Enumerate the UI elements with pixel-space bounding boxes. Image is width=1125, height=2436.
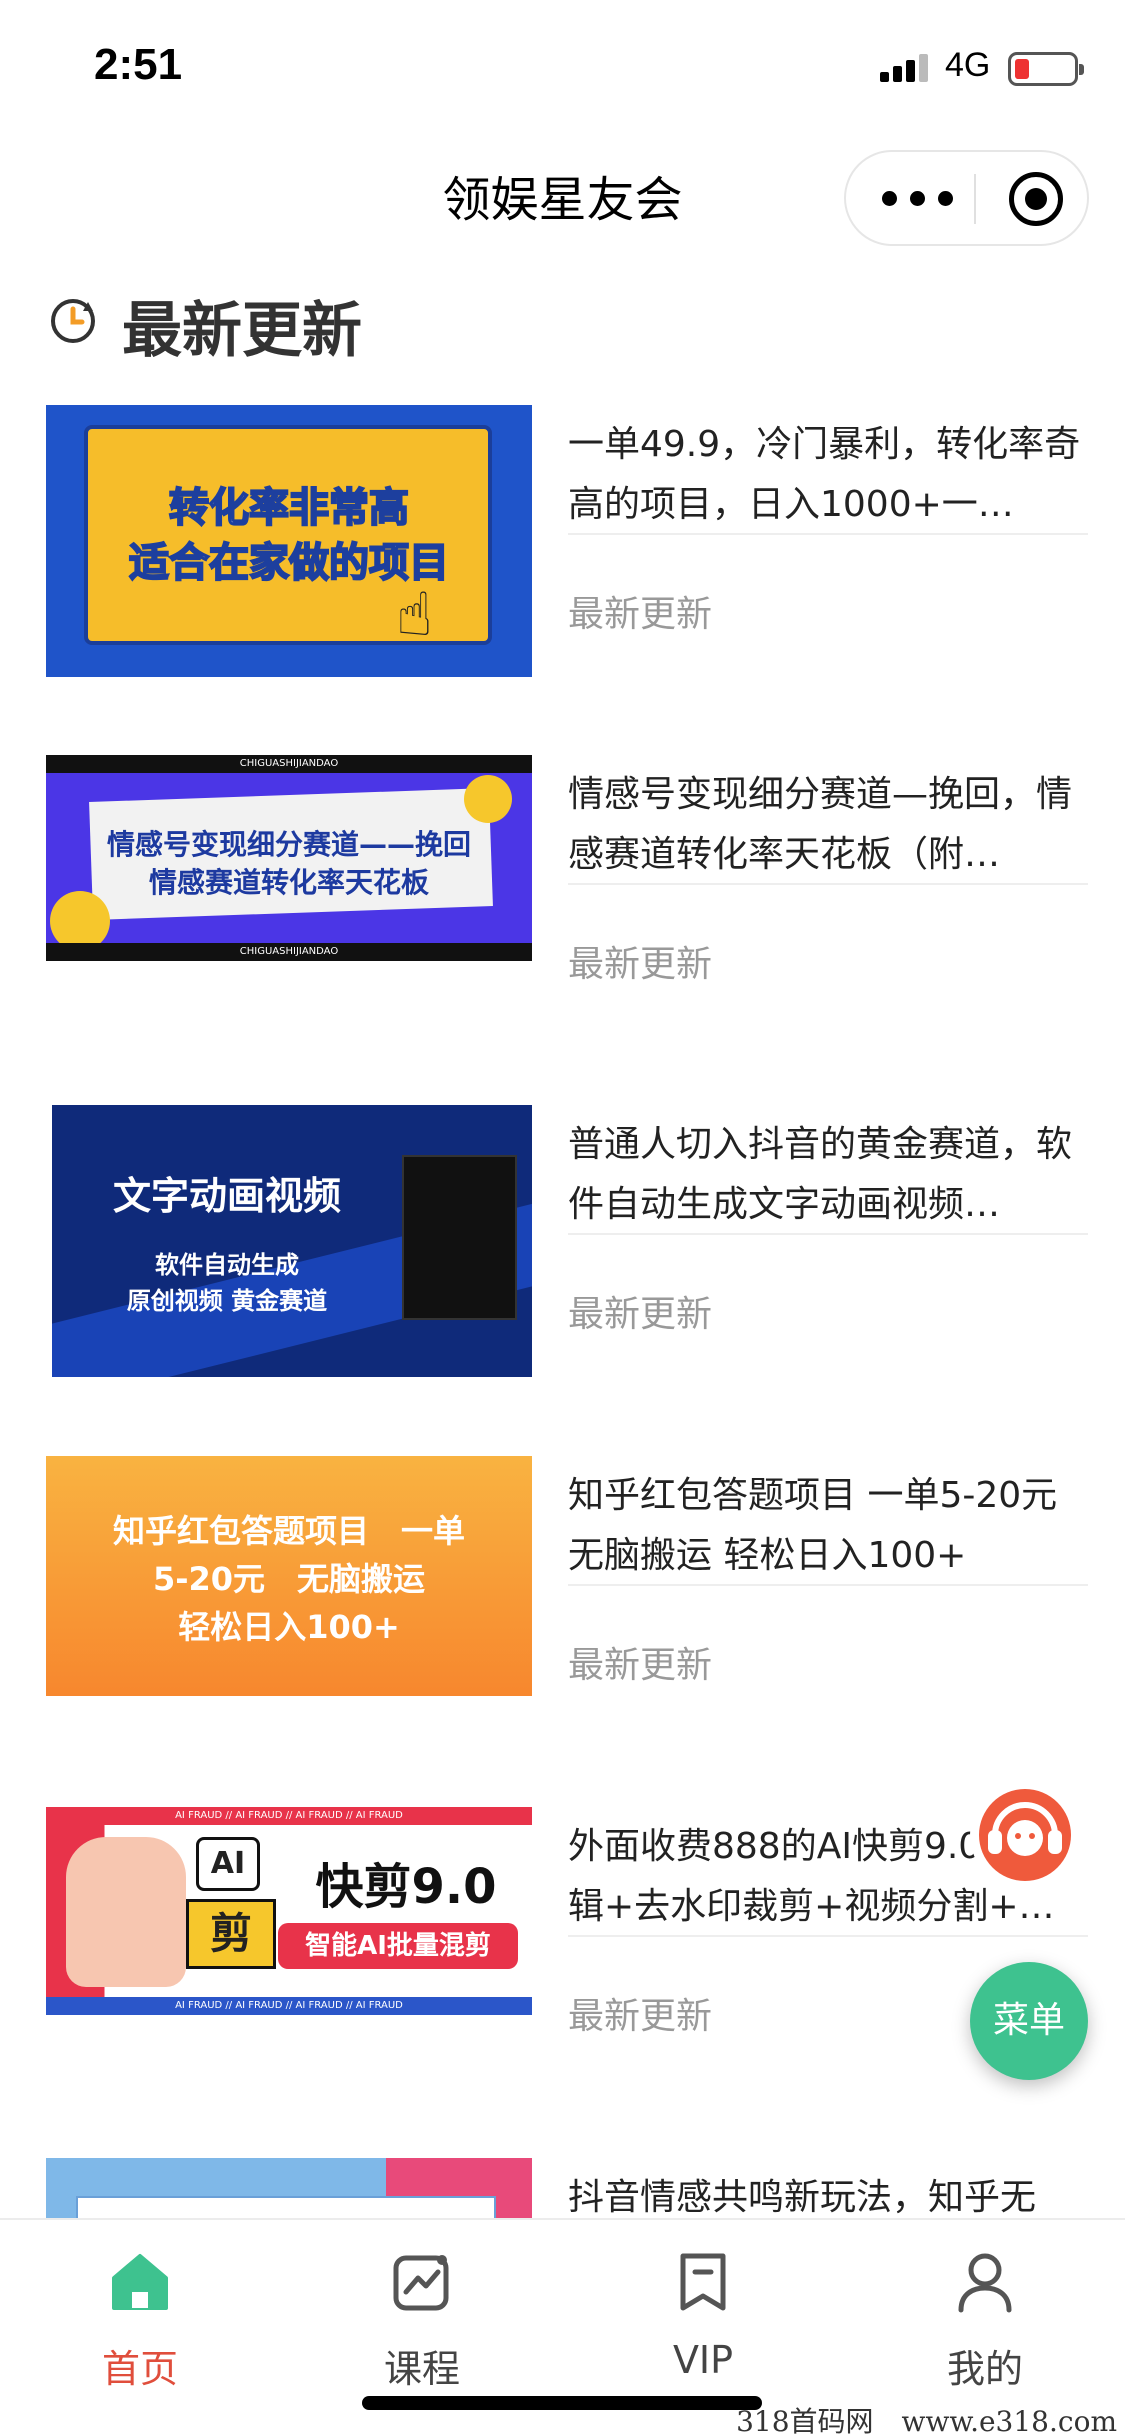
list-item[interactable]: AI FRAUD // AI FRAUD // AI FRAUD // AI F… xyxy=(0,1807,1125,2107)
thumbnail-text: 软件自动生成 xyxy=(155,1251,299,1279)
signal-icon xyxy=(880,52,930,82)
thumbnail-strip: CHIGUASHIJIANDAO xyxy=(46,943,532,961)
more-options-button[interactable] xyxy=(882,186,962,212)
thumbnail-text: 智能AI批量混剪 xyxy=(278,1923,518,1969)
item-tag: 最新更新 xyxy=(568,944,713,985)
network-type: 4G xyxy=(945,46,991,84)
customer-service-icon[interactable] xyxy=(970,1780,1080,1890)
thumbnail-text: 5-20元 无脑搬运 xyxy=(152,1560,426,1598)
item-tag: 最新更新 xyxy=(568,1645,713,1686)
tab-label: 课程 xyxy=(383,2347,460,2391)
close-mini-program-button[interactable] xyxy=(1009,172,1063,226)
section-title: 最新更新 xyxy=(122,296,362,366)
thumbnail-strip: AI FRAUD // AI FRAUD // AI FRAUD // AI F… xyxy=(46,1807,532,1825)
thumbnail-strip: AI FRAUD // AI FRAUD // AI FRAUD // AI F… xyxy=(46,1997,532,2015)
list-item[interactable]: 文字动画视频 软件自动生成 原创视频 黄金赛道 普通人切入抖音的黄金赛道，软件自… xyxy=(0,1105,1125,1405)
thumbnail-text: 情感赛道转化率天花板 xyxy=(148,866,429,899)
battery-icon xyxy=(1008,52,1084,86)
watermark: 318首码网 www.e318.com xyxy=(736,2405,1117,2436)
emoji-icon xyxy=(50,891,110,951)
item-tag: 最新更新 xyxy=(568,594,713,635)
home-indicator xyxy=(362,2396,762,2410)
list-item[interactable]: 抖音情感共鸣新玩法，知乎无 xyxy=(0,2158,1125,2218)
hand-illustration xyxy=(66,1837,186,1987)
ai-badge: AI xyxy=(196,1837,260,1891)
chart-icon xyxy=(393,2255,449,2311)
thumbnail-strip: CHIGUASHIJIANDAO xyxy=(46,755,532,773)
tab-vip[interactable]: VIP xyxy=(603,2240,803,2400)
status-bar: 2:51 4G xyxy=(0,0,1125,135)
bookmark-icon xyxy=(680,2253,726,2311)
thumbnail-text: 适合在家做的项目 xyxy=(128,539,450,587)
item-title: 一单49.9，冷门暴利，转化率奇高的项目，日入1000+一… xyxy=(568,415,1088,535)
item-thumbnail: 知乎红包答题项目 一单 5-20元 无脑搬运 轻松日入100+ xyxy=(46,1456,532,1696)
item-thumbnail: AI FRAUD // AI FRAUD // AI FRAUD // AI F… xyxy=(46,1807,532,2015)
item-title: 知乎红包答题项目 一单5-20元 无脑搬运 轻松日入100+ xyxy=(568,1466,1088,1586)
item-tag: 最新更新 xyxy=(568,1996,713,2037)
pointer-hand-icon: ☝ xyxy=(396,580,433,650)
floating-menu-button[interactable]: 菜单 xyxy=(970,1962,1088,2080)
tab-label: 我的 xyxy=(946,2347,1023,2391)
item-title: 情感号变现细分赛道—挽回，情感赛道转化率天花板（附… xyxy=(568,765,1088,885)
thumbnail-text: 情感号变现细分赛道——挽回 xyxy=(106,828,471,861)
list-item[interactable]: CHIGUASHIJIANDAO 情感号变现细分赛道——挽回 情感赛道转化率天花… xyxy=(0,755,1125,1055)
thumbnail-text: 快剪9.0 xyxy=(315,1859,497,1915)
item-title: 普通人切入抖音的黄金赛道，软件自动生成文字动画视频… xyxy=(568,1115,1088,1235)
update-clock-icon xyxy=(51,299,95,343)
thumbnail-text: 转化率非常高 xyxy=(168,484,410,532)
user-icon xyxy=(958,2253,1012,2313)
mini-program-capsule xyxy=(844,150,1089,246)
status-time: 2:51 xyxy=(94,40,183,89)
tab-label: VIP xyxy=(672,2338,734,2382)
item-thumbnail: CHIGUASHIJIANDAO 情感号变现细分赛道——挽回 情感赛道转化率天花… xyxy=(46,755,532,961)
capsule-divider xyxy=(974,174,976,224)
cut-badge: 剪 xyxy=(186,1899,276,1969)
thumbnail-text: 知乎红包答题项目 一单 xyxy=(112,1512,465,1550)
list-item[interactable]: 知乎红包答题项目 一单 5-20元 无脑搬运 轻松日入100+ 知乎红包答题项目… xyxy=(0,1456,1125,1756)
emoji-icon xyxy=(464,775,512,823)
list-item[interactable]: 转化率非常高 适合在家做的项目 ☝ 一单49.9，冷门暴利，转化率奇高的项目，日… xyxy=(0,405,1125,705)
video-preview-image xyxy=(402,1155,517,1320)
item-thumbnail: 转化率非常高 适合在家做的项目 ☝ xyxy=(46,405,532,677)
item-thumbnail xyxy=(46,2158,532,2218)
thumbnail-text: 轻松日入100+ xyxy=(178,1608,400,1646)
item-tag: 最新更新 xyxy=(568,1294,713,1335)
thumbnail-text: 文字动画视频 xyxy=(112,1174,341,1218)
tab-profile[interactable]: 我的 xyxy=(885,2240,1085,2400)
item-title: 抖音情感共鸣新玩法，知乎无 xyxy=(568,2177,1037,2218)
tab-label: 首页 xyxy=(101,2347,178,2391)
tab-courses[interactable]: 课程 xyxy=(322,2240,522,2400)
thumbnail-text: 原创视频 黄金赛道 xyxy=(126,1287,328,1315)
tab-home[interactable]: 首页 xyxy=(40,2240,240,2400)
item-thumbnail: 文字动画视频 软件自动生成 原创视频 黄金赛道 xyxy=(52,1105,532,1377)
home-icon xyxy=(112,2254,168,2310)
